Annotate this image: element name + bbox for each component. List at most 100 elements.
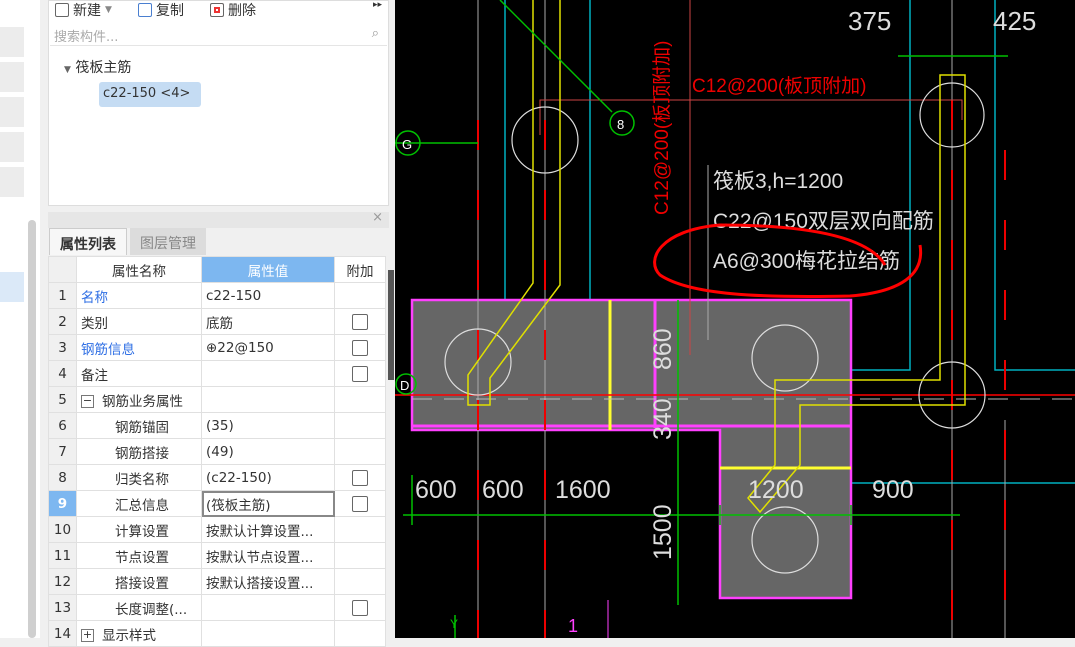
row-number: 5 — [48, 386, 77, 413]
properties-header: × — [48, 210, 389, 228]
nav-item[interactable] — [0, 97, 24, 127]
property-value[interactable]: 按默认节点设置... — [201, 542, 335, 569]
nav-item[interactable] — [0, 62, 24, 92]
property-name: 汇总信息 — [76, 490, 202, 517]
property-value[interactable] — [201, 594, 335, 621]
property-value[interactable]: (筏板主筋) — [201, 490, 335, 517]
tie-note: A6@300梅花拉结筋 — [713, 250, 900, 273]
dim-600b: 600 — [482, 476, 524, 504]
delete-icon — [210, 3, 224, 17]
extra-cell — [334, 308, 386, 335]
property-row[interactable]: 4 备注 — [48, 360, 386, 387]
delete-button[interactable]: 删除 — [210, 0, 256, 20]
tab-layers[interactable]: 图层管理 — [130, 228, 206, 255]
property-row[interactable]: 11 节点设置 按默认节点设置... — [48, 542, 386, 569]
extra-checkbox[interactable] — [352, 339, 368, 356]
search-input[interactable]: 搜索构件... ⌕ — [50, 24, 387, 46]
property-value[interactable]: (c22-150) — [201, 464, 335, 491]
extra-cell — [334, 386, 386, 413]
more-button[interactable]: ▸▸ — [373, 0, 382, 10]
extra-checkbox[interactable] — [352, 469, 368, 486]
annotation-red-horizontal: C12@200(板顶附加) — [692, 75, 867, 97]
row-number: 11 — [48, 542, 77, 569]
copy-icon — [138, 3, 152, 17]
property-row[interactable]: 8 归类名称 (c22-150) — [48, 464, 386, 491]
nav-item[interactable] — [0, 167, 24, 197]
axis-label-d: D — [400, 378, 409, 393]
property-row[interactable]: 2 类别 底筋 — [48, 308, 386, 335]
property-row[interactable]: 12 搭接设置 按默认搭接设置... — [48, 568, 386, 595]
tab-properties[interactable]: 属性列表 — [49, 228, 127, 255]
dim-900: 900 — [872, 476, 914, 504]
property-row[interactable]: 14 + 显示样式 — [48, 620, 386, 647]
rebar-note: C22@150双层双向配筋 — [713, 210, 934, 233]
row-number: 10 — [48, 516, 77, 543]
properties-table: 属性名称 属性值 附加 1 名称 c22-150 2 类别 底筋 3 钢筋信息 ⊕2… — [48, 256, 386, 647]
property-value[interactable] — [201, 360, 335, 387]
tree-group[interactable]: ▼ 筏板主筋 — [64, 57, 131, 77]
cad-canvas[interactable]: G 8 D Y 1 C12@200(板顶附加) C12@200(板顶附加) 筏板… — [395, 0, 1075, 638]
col-name: 属性名称 — [76, 256, 202, 283]
extra-cell — [334, 490, 386, 517]
property-row[interactable]: 13 长度调整(... — [48, 594, 386, 621]
property-value[interactable]: ⊕22@150 — [201, 334, 335, 361]
row-number: 14 — [48, 620, 77, 647]
row-number: 4 — [48, 360, 77, 387]
property-row[interactable]: 3 钢筋信息 ⊕22@150 — [48, 334, 386, 361]
property-name: 计算设置 — [76, 516, 202, 543]
extra-checkbox[interactable] — [352, 313, 368, 330]
property-value[interactable]: 按默认搭接设置... — [201, 568, 335, 595]
row-number: 9 — [48, 490, 77, 517]
property-row[interactable]: 9 汇总信息 (筏板主筋) — [48, 490, 386, 517]
dim-1500: 1500 — [649, 504, 677, 560]
extra-cell — [334, 282, 386, 309]
expand-toggle-icon[interactable]: − — [81, 395, 94, 408]
extra-checkbox[interactable] — [352, 495, 368, 512]
annotation-red-vertical: C12@200(板顶附加) — [651, 41, 673, 216]
dim-375: 375 — [848, 6, 891, 36]
property-value[interactable]: 按默认计算设置... — [201, 516, 335, 543]
property-row[interactable]: 7 钢筋搭接 (49) — [48, 438, 386, 465]
nav-item-selected[interactable] — [0, 272, 24, 302]
copy-button[interactable]: 复制 — [138, 0, 184, 20]
extra-cell — [334, 568, 386, 595]
row-number: 12 — [48, 568, 77, 595]
property-row[interactable]: 1 名称 c22-150 — [48, 282, 386, 309]
expand-toggle-icon[interactable]: + — [81, 629, 94, 642]
extra-cell — [334, 360, 386, 387]
property-name: 钢筋搭接 — [76, 438, 202, 465]
close-icon[interactable]: × — [372, 210, 383, 225]
axis-label-g: G — [402, 137, 412, 152]
nav-scrollbar[interactable] — [28, 220, 36, 638]
nav-item[interactable] — [0, 132, 24, 162]
dim-340: 340 — [649, 398, 677, 440]
property-name: 长度调整(... — [76, 594, 202, 621]
property-name: + 显示样式 — [76, 620, 202, 647]
property-value[interactable]: 底筋 — [201, 308, 335, 335]
property-value[interactable]: c22-150 — [201, 282, 335, 309]
property-name: 搭接设置 — [76, 568, 202, 595]
dim-1200: 1200 — [748, 476, 804, 504]
property-value[interactable]: (35) — [201, 412, 335, 439]
dropdown-arrow-icon[interactable]: ▼ — [105, 5, 112, 15]
new-icon — [55, 3, 69, 17]
extra-cell — [334, 438, 386, 465]
col-extra: 附加 — [334, 256, 386, 283]
row-number: 1 — [48, 282, 77, 309]
extra-checkbox[interactable] — [352, 599, 368, 616]
property-row[interactable]: 6 钢筋锚固 (35) — [48, 412, 386, 439]
panel-splitter[interactable] — [388, 270, 394, 380]
extra-cell — [334, 412, 386, 439]
property-name: 类别 — [76, 308, 202, 335]
property-value[interactable]: (49) — [201, 438, 335, 465]
tree-item-selected[interactable]: c22-150 <4> — [99, 82, 201, 107]
collapse-icon[interactable]: ▼ — [64, 65, 71, 75]
nav-item[interactable] — [0, 27, 24, 57]
property-value[interactable] — [201, 620, 335, 647]
property-row[interactable]: 10 计算设置 按默认计算设置... — [48, 516, 386, 543]
property-value[interactable] — [201, 386, 335, 413]
extra-checkbox[interactable] — [352, 365, 368, 382]
search-icon[interactable]: ⌕ — [372, 26, 379, 41]
new-button[interactable]: 新建 ▼ — [55, 0, 112, 20]
property-row[interactable]: 5 − 钢筋业务属性 — [48, 386, 386, 413]
